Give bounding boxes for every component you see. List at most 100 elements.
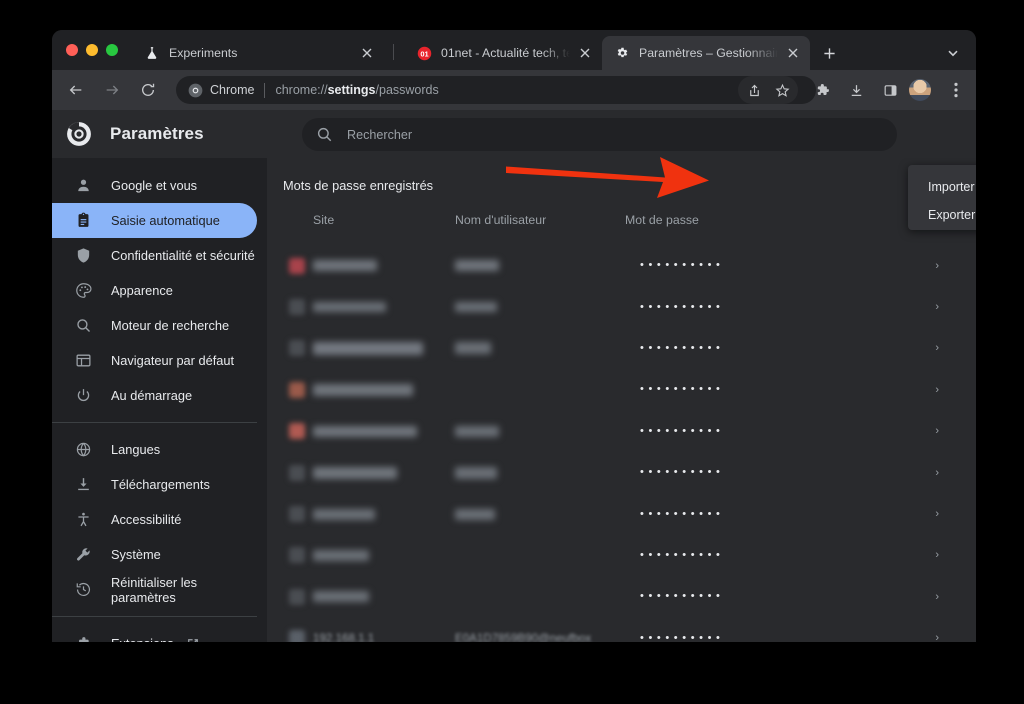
sidebar-item-accessibilite[interactable]: Accessibilité xyxy=(52,502,257,537)
sidebar-item-moteur-de-recherche[interactable]: Moteur de recherche xyxy=(52,308,257,343)
sidebar-item-extensions[interactable]: Extensions xyxy=(52,626,257,642)
extensions-puzzle-icon[interactable] xyxy=(808,76,836,104)
side-panel-icon[interactable] xyxy=(876,76,904,104)
sidebar-item-au-demarrage[interactable]: Au démarrage xyxy=(52,378,257,413)
site-favicon xyxy=(289,340,305,357)
table-row[interactable]: •••••••••• › xyxy=(267,369,976,410)
sidebar-item-reinitialiser-les-parametres[interactable]: Réinitialiser les paramètres xyxy=(52,572,257,607)
browser-menu-icon[interactable] xyxy=(942,76,970,104)
sidebar-item-label: Accessibilité xyxy=(111,512,182,527)
username-value: E0A1D7859B90@neufbox xyxy=(455,631,592,642)
password-rows: •••••••••• › •••••••••• › •••••••••• › •… xyxy=(267,245,976,642)
person-icon xyxy=(74,176,93,195)
column-header-password: Mot de passe xyxy=(625,213,699,227)
row-chevron-icon[interactable]: › xyxy=(935,632,939,642)
url-bold: settings xyxy=(327,83,376,97)
row-chevron-icon[interactable]: › xyxy=(935,260,939,272)
address-bar[interactable]: Chrome chrome://settings/passwords xyxy=(176,76,816,104)
password-mask: •••••••••• xyxy=(640,300,725,313)
downloads-icon[interactable] xyxy=(842,76,870,104)
sidebar-item-label: Saisie automatique xyxy=(111,213,220,228)
close-icon[interactable] xyxy=(784,44,802,62)
menu-item-import-passwords[interactable]: Importer des mots de passe xyxy=(908,173,976,201)
site-redacted xyxy=(313,260,377,272)
omnibox-actions xyxy=(738,76,798,104)
site-favicon xyxy=(289,588,305,605)
forward-button[interactable] xyxy=(98,76,126,104)
tab-title: Paramètres – Gestionnaire de m xyxy=(639,46,778,60)
chevron-down-icon[interactable] xyxy=(942,42,964,64)
sidebar-item-label: Au démarrage xyxy=(111,388,193,403)
row-chevron-icon[interactable]: › xyxy=(935,591,939,603)
password-mask: •••••••••• xyxy=(640,383,725,396)
clipboard-icon xyxy=(74,211,93,230)
sidebar-item-navigateur-par-defaut[interactable]: Navigateur par défaut xyxy=(52,343,257,378)
close-window-button[interactable] xyxy=(66,44,78,56)
tab-parametres[interactable]: Paramètres – Gestionnaire de m xyxy=(602,36,810,70)
palette-icon xyxy=(74,281,93,300)
sidebar-item-label: Système xyxy=(111,547,161,562)
sidebar-item-telechargements[interactable]: Téléchargements xyxy=(52,467,257,502)
share-icon[interactable] xyxy=(740,76,768,104)
site-favicon xyxy=(289,257,305,274)
site-redacted xyxy=(313,508,375,520)
bookmark-star-icon[interactable] xyxy=(768,76,796,104)
download-icon xyxy=(74,475,93,494)
row-chevron-icon[interactable]: › xyxy=(935,425,939,437)
row-chevron-icon[interactable]: › xyxy=(935,467,939,479)
puzzle-icon xyxy=(74,634,93,642)
table-row[interactable]: •••••••••• › xyxy=(267,576,976,617)
sidebar-item-apparence[interactable]: Apparence xyxy=(52,273,257,308)
site-favicon xyxy=(289,423,305,440)
sidebar-item-confidentialite-et-securite[interactable]: Confidentialité et sécurité xyxy=(52,238,257,273)
table-row[interactable]: •••••••••• › xyxy=(267,411,976,452)
minimize-window-button[interactable] xyxy=(86,44,98,56)
sidebar-item-langues[interactable]: Langues xyxy=(52,432,257,467)
new-tab-button[interactable] xyxy=(818,42,840,64)
browser-window: Experiments 01 01net - Actualité tech, t… xyxy=(52,30,976,642)
password-mask: •••••••••• xyxy=(640,631,725,642)
sidebar-item-label: Téléchargements xyxy=(111,477,210,492)
sidebar-item-saisie-automatique[interactable]: Saisie automatique xyxy=(52,203,257,238)
url-prefix: chrome:// xyxy=(275,83,328,97)
tab-01net[interactable]: 01 01net - Actualité tech, tests pro xyxy=(404,36,602,70)
row-chevron-icon[interactable]: › xyxy=(935,549,939,561)
site-redacted xyxy=(313,302,386,313)
username-redacted xyxy=(455,466,497,479)
row-chevron-icon[interactable]: › xyxy=(935,301,939,313)
table-row[interactable]: •••••••••• › xyxy=(267,328,976,369)
table-row[interactable]: •••••••••• › xyxy=(267,245,976,286)
username-redacted xyxy=(455,425,499,437)
table-row[interactable]: •••••••••• › xyxy=(267,493,976,534)
menu-item-export-passwords[interactable]: Exporter des mots de passe xyxy=(908,201,976,229)
power-icon xyxy=(74,386,93,405)
username-redacted xyxy=(455,508,495,520)
sidebar-item-systeme[interactable]: Système xyxy=(52,537,257,572)
window-traffic-lights xyxy=(66,44,118,56)
settings-search-bar[interactable]: Rechercher xyxy=(302,118,897,151)
browser-icon xyxy=(74,351,93,370)
search-icon xyxy=(74,316,93,335)
sidebar-item-google-et-vous[interactable]: Google et vous xyxy=(52,168,257,203)
sidebar-item-label: Confidentialité et sécurité xyxy=(111,248,255,263)
shield-icon xyxy=(74,246,93,265)
close-icon[interactable] xyxy=(358,44,376,62)
avatar[interactable] xyxy=(909,79,931,101)
chrome-logo-icon xyxy=(67,122,91,146)
back-button[interactable] xyxy=(62,76,90,104)
omnibox-divider xyxy=(264,82,266,98)
table-row[interactable]: •••••••••• › xyxy=(267,535,976,576)
reload-button[interactable] xyxy=(134,76,162,104)
close-icon[interactable] xyxy=(576,44,594,62)
tab-experiments[interactable]: Experiments xyxy=(132,36,384,70)
table-row[interactable]: •••••••••• › xyxy=(267,452,976,493)
maximize-window-button[interactable] xyxy=(106,44,118,56)
table-row[interactable]: •••••••••• › xyxy=(267,286,976,327)
row-chevron-icon[interactable]: › xyxy=(935,342,939,354)
sidebar-item-label: Moteur de recherche xyxy=(111,318,230,333)
omnibox-url: chrome://settings/passwords xyxy=(275,83,438,97)
row-chevron-icon[interactable]: › xyxy=(935,384,939,396)
table-row[interactable]: 192.168.1.1 E0A1D7859B90@neufbox •••••••… xyxy=(267,618,976,642)
search-input[interactable]: Rechercher xyxy=(347,128,412,142)
row-chevron-icon[interactable]: › xyxy=(935,508,939,520)
